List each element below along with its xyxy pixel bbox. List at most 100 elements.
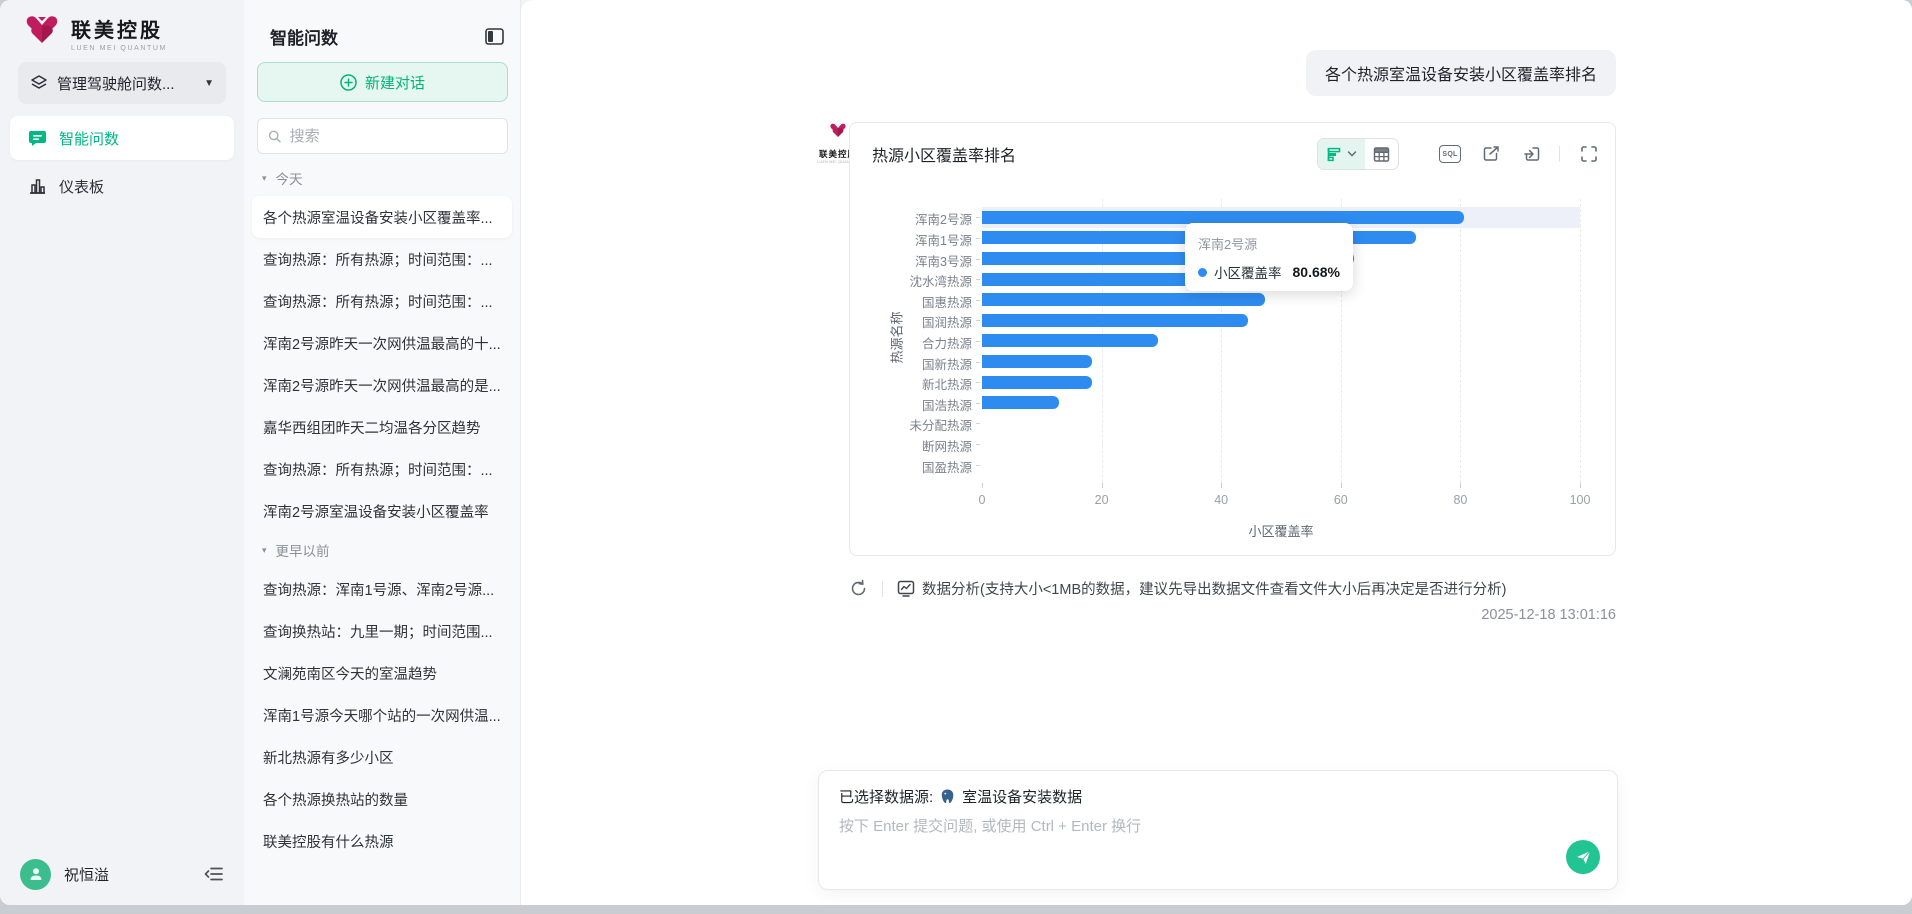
- chart-bar[interactable]: [982, 396, 1059, 409]
- composer[interactable]: 已选择数据源: 室温设备安装数据: [818, 770, 1618, 890]
- chat-history-item[interactable]: 各个热源室温设备安装小区覆盖率...: [252, 196, 512, 238]
- chart-bar[interactable]: [982, 376, 1092, 389]
- x-tick-label: 60: [1319, 493, 1363, 507]
- move-to-dashboard-button[interactable]: [1520, 142, 1544, 166]
- refresh-icon[interactable]: [849, 579, 868, 598]
- tooltip-title: 浑南2号源: [1198, 234, 1340, 253]
- chart-bar[interactable]: [982, 211, 1464, 224]
- chat-history-item[interactable]: 浑南1号源今天哪个站的一次网供温...: [252, 694, 512, 736]
- y-tick-mark: [976, 259, 980, 260]
- chart-bar[interactable]: [982, 293, 1265, 306]
- y-tick-mark: [976, 279, 980, 280]
- person-icon: [27, 865, 45, 883]
- fullscreen-button[interactable]: [1577, 142, 1601, 166]
- workspace-selector[interactable]: 管理驾驶舱问数... ▼: [18, 62, 226, 104]
- sidebar-item-label: 仪表板: [59, 176, 104, 197]
- analysis-icon: [897, 580, 915, 597]
- chat-section-label: 今天: [276, 168, 303, 188]
- sidebar-item-qa[interactable]: 智能问数: [10, 116, 234, 160]
- chat-history-item[interactable]: 浑南2号源昨天一次网供温最高的十...: [252, 322, 512, 364]
- sidebar-item-dashboard[interactable]: 仪表板: [10, 164, 234, 208]
- chart-view-switch: [1317, 138, 1399, 170]
- collapse-panel-icon[interactable]: [485, 28, 504, 45]
- search-box[interactable]: [257, 118, 508, 154]
- x-tick-mark: [1221, 483, 1222, 488]
- chart-type-button[interactable]: [1318, 139, 1365, 169]
- avatar[interactable]: [20, 859, 51, 890]
- message-timestamp: 2025-12-18 13:01:16: [1481, 607, 1616, 623]
- chat-history-item[interactable]: 新北热源有多少小区: [252, 736, 512, 778]
- plus-circle-icon: [340, 74, 357, 91]
- user-message-bubble: 各个热源室温设备安装小区覆盖率排名: [1306, 50, 1616, 96]
- tooltip-value: 80.68%: [1293, 264, 1340, 280]
- search-input[interactable]: [290, 128, 497, 145]
- export-button[interactable]: [1479, 142, 1503, 166]
- data-analysis-action[interactable]: 数据分析(支持大小<1MB的数据，建议先导出数据文件查看文件大小后再决定是否进行…: [897, 578, 1506, 599]
- chat-history-item[interactable]: 文澜苑南区今天的室温趋势: [252, 652, 512, 694]
- user-name: 祝恒溢: [64, 864, 191, 885]
- y-axis-category-label: 国惠热源: [850, 292, 972, 311]
- chart-bar[interactable]: [982, 355, 1092, 368]
- caret-down-icon: ▾: [262, 545, 267, 556]
- chat-history-item-label: 联美控股有什么热源: [263, 831, 501, 852]
- panel-title: 智能问数: [270, 24, 485, 49]
- x-tick-label: 80: [1438, 493, 1482, 507]
- y-tick-mark: [976, 320, 980, 321]
- table-view-button[interactable]: [1365, 139, 1398, 169]
- x-tick-mark: [1341, 483, 1342, 488]
- y-tick-mark: [976, 238, 980, 239]
- caret-down-icon: ▾: [262, 173, 267, 184]
- x-tick-mark: [1460, 483, 1461, 488]
- new-chat-button[interactable]: 新建对话: [257, 62, 508, 102]
- chat-history-item[interactable]: 查询热源：所有热源；时间范围：...: [252, 448, 512, 490]
- chat-history-item[interactable]: 浑南2号源室温设备安装小区覆盖率: [252, 490, 512, 532]
- chat-history-item[interactable]: 联美控股有什么热源: [252, 820, 512, 862]
- chart-tooltip: 浑南2号源 小区覆盖率 80.68%: [1185, 223, 1353, 291]
- chat-history-item-label: 查询热源：所有热源；时间范围：...: [263, 249, 501, 270]
- y-axis-category-label: 浑南3号源: [850, 251, 972, 270]
- x-tick-mark: [982, 483, 983, 488]
- chat-history-item[interactable]: 各个热源换热站的数量: [252, 778, 512, 820]
- y-tick-mark: [976, 423, 980, 424]
- chat-section-header[interactable]: ▾ 今天: [252, 160, 512, 196]
- chat-history-item[interactable]: 查询热源：所有热源；时间范围：...: [252, 280, 512, 322]
- chat-history-item[interactable]: 浑南2号源昨天一次网供温最高的是...: [252, 364, 512, 406]
- brand-subtitle: LUEN MEI QUANTUM: [71, 45, 167, 52]
- user-row[interactable]: 祝恒溢: [20, 856, 224, 892]
- chart-bar[interactable]: [982, 314, 1248, 327]
- main-area: 各个热源室温设备安装小区覆盖率排名 联美控股 LUEN MEI QUANTUM …: [521, 0, 1912, 905]
- y-axis-category-label: 国新热源: [850, 354, 972, 373]
- y-axis-category-label: 沈水湾热源: [850, 271, 972, 290]
- chat-history-item-label: 查询换热站：九里一期；时间范围...: [263, 621, 501, 642]
- brand-heart-icon: [22, 13, 62, 53]
- y-axis-category-label: 国浩热源: [850, 395, 972, 414]
- app-window: 联美控股 LUEN MEI QUANTUM 管理驾驶舱问数... ▼ 智能问数: [0, 0, 1912, 905]
- horizontal-bar-chart-icon: [1326, 146, 1343, 163]
- send-button[interactable]: [1566, 840, 1600, 874]
- table-icon: [1373, 146, 1390, 163]
- question-input[interactable]: [839, 818, 1479, 835]
- chat-section-header[interactable]: ▾更早以前: [252, 532, 512, 568]
- collapse-sidebar-icon[interactable]: [204, 866, 224, 882]
- chat-history-item[interactable]: 查询热源：浑南1号源、浑南2号源...: [252, 568, 512, 610]
- fullscreen-icon: [1580, 145, 1598, 163]
- chat-history-item[interactable]: 嘉华西组团昨天二均温各分区趋势: [252, 406, 512, 448]
- y-tick-mark: [976, 465, 980, 466]
- grid-line: [1580, 199, 1581, 483]
- y-tick-mark: [976, 403, 980, 404]
- sql-button[interactable]: SQL: [1438, 142, 1462, 166]
- x-tick-mark: [1580, 483, 1581, 488]
- series-dot-icon: [1198, 268, 1207, 277]
- y-axis-category-label: 浑南1号源: [850, 230, 972, 249]
- chat-history-item-label: 查询热源：所有热源；时间范围：...: [263, 291, 501, 312]
- chat-history-item-label: 浑南2号源昨天一次网供温最高的是...: [263, 375, 501, 396]
- y-axis-category-label: 合力热源: [850, 333, 972, 352]
- y-axis-category-label: 未分配热源: [850, 415, 972, 434]
- chat-history-item[interactable]: 查询热源：所有热源；时间范围：...: [252, 238, 512, 280]
- chat-history-item-label: 文澜苑南区今天的室温趋势: [263, 663, 501, 684]
- brand-logo: 联美控股 LUEN MEI QUANTUM: [22, 13, 167, 53]
- chat-bubble-icon: [28, 129, 47, 148]
- chat-history-item[interactable]: 查询换热站：九里一期；时间范围...: [252, 610, 512, 652]
- chart-bar[interactable]: [982, 334, 1158, 347]
- chat-history-item-label: 查询热源：浑南1号源、浑南2号源...: [263, 579, 501, 600]
